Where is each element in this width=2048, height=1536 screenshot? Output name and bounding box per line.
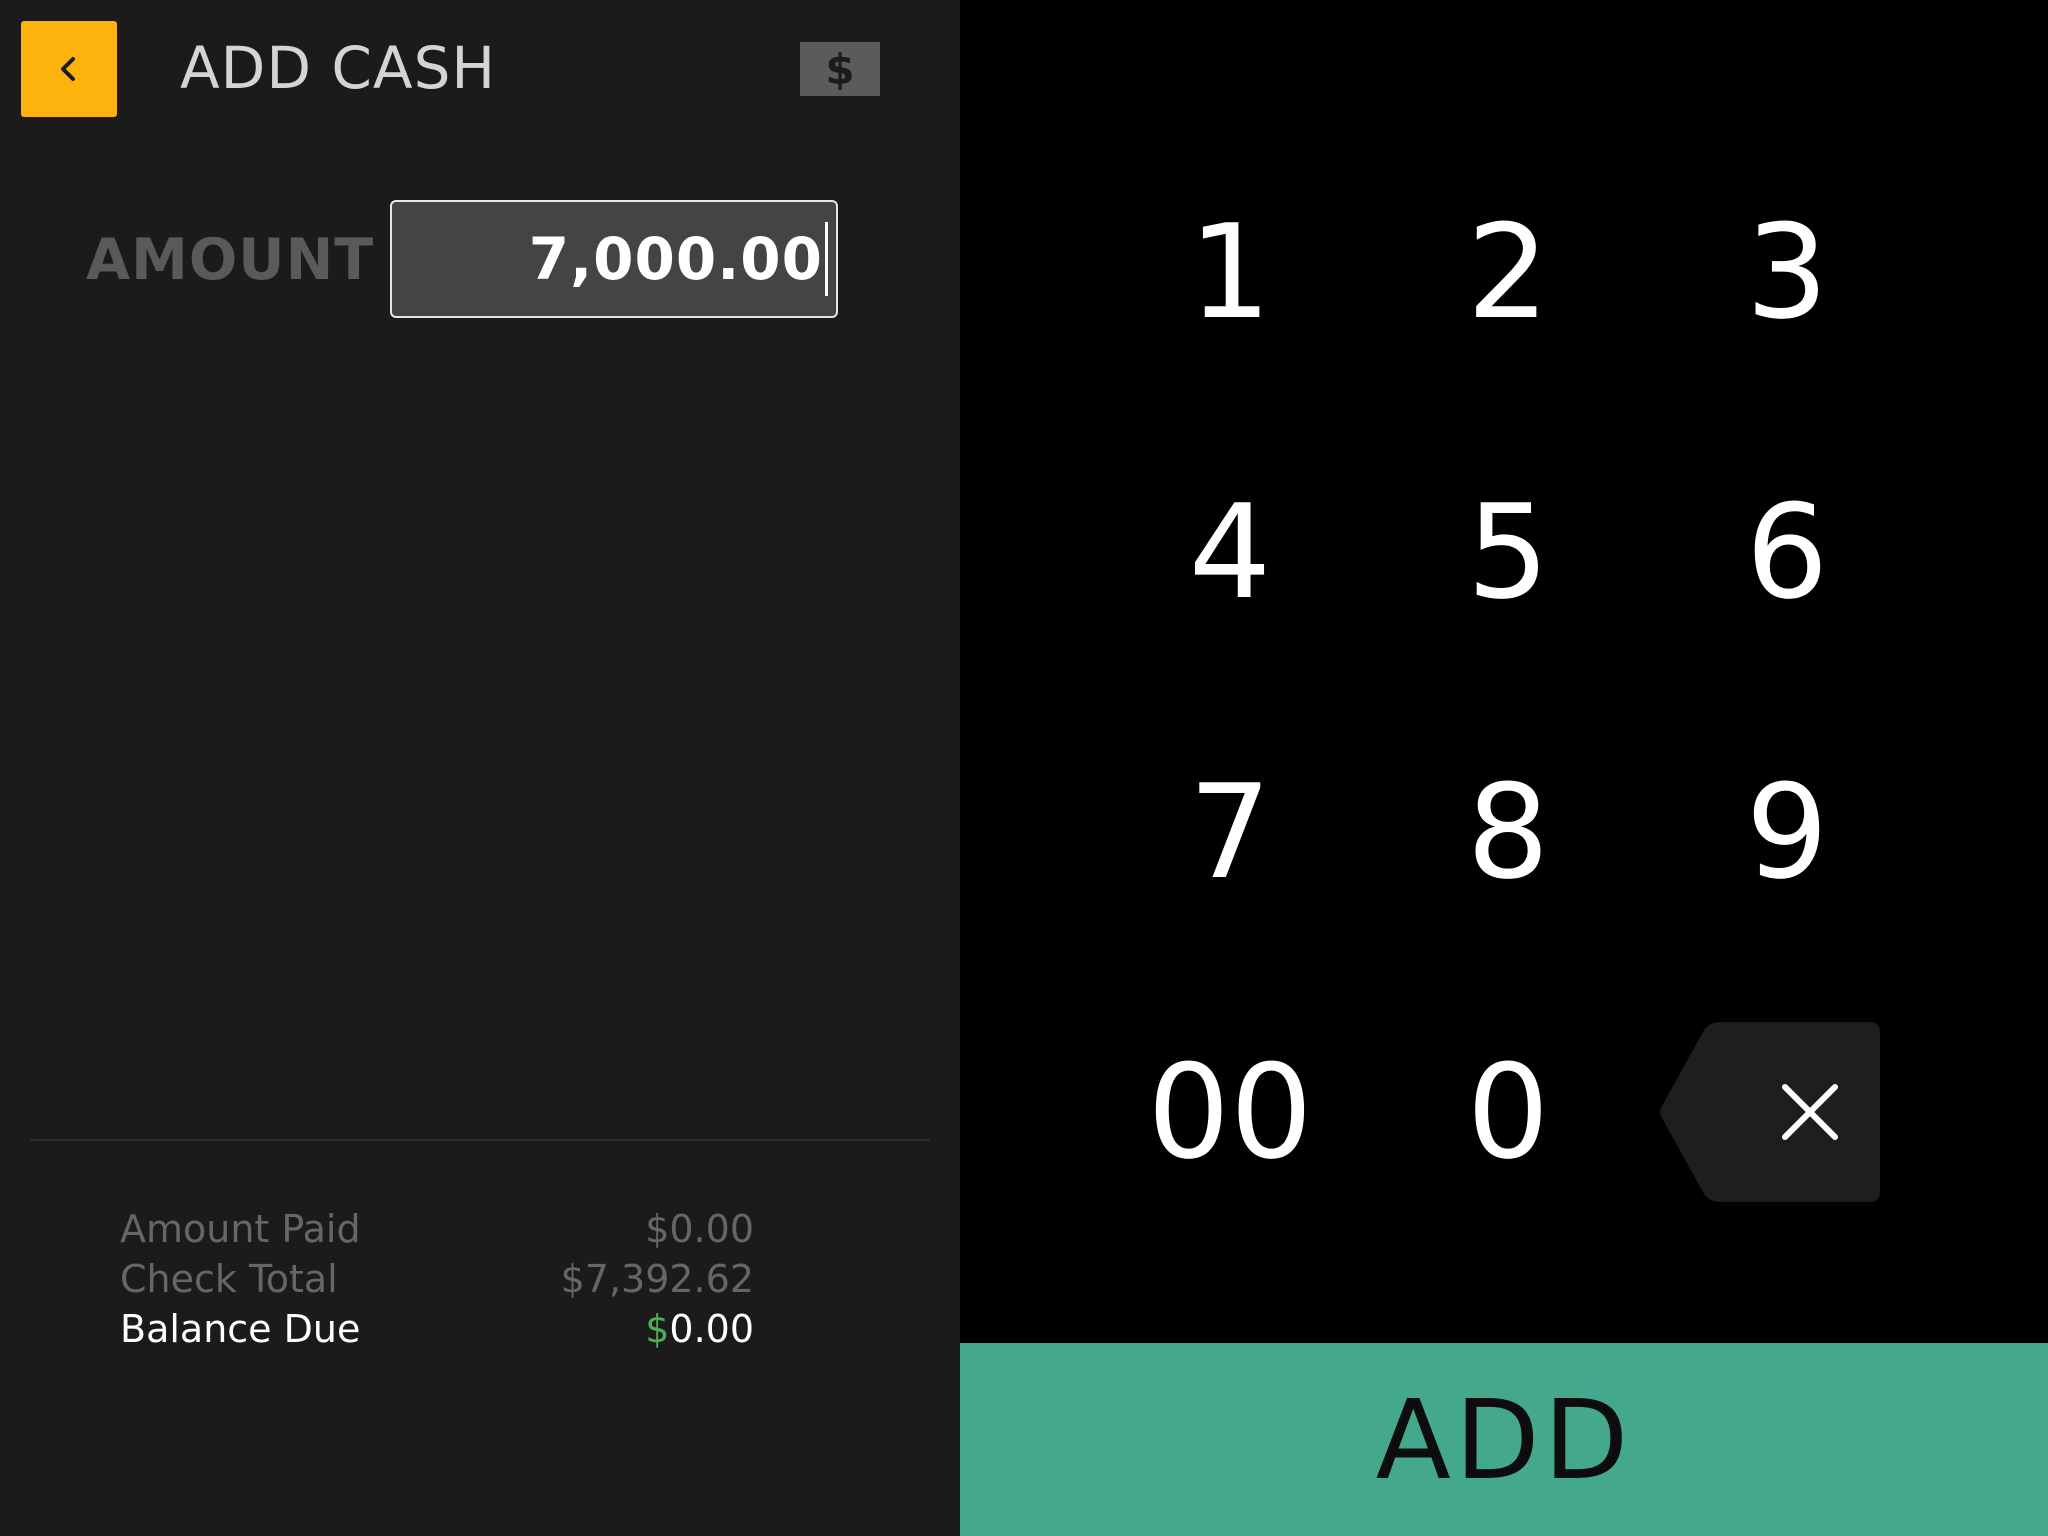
chevron-left-icon xyxy=(61,57,75,81)
page-title: ADD CASH xyxy=(180,34,497,102)
key-3[interactable]: 3 xyxy=(1687,182,1887,362)
amount-input[interactable]: 7,000.00 xyxy=(390,200,838,318)
key-8[interactable]: 8 xyxy=(1408,742,1608,922)
key-2[interactable]: 2 xyxy=(1408,182,1608,362)
balance-due-amount: $0.00 xyxy=(645,1304,754,1354)
keypad-panel: 1 2 3 4 5 6 7 8 9 00 0 ADD xyxy=(960,0,2048,1536)
key-4[interactable]: 4 xyxy=(1130,462,1330,642)
key-1[interactable]: 1 xyxy=(1130,182,1330,362)
amount-paid-value: $0.00 xyxy=(645,1207,754,1251)
add-button-label: ADD xyxy=(1375,1375,1633,1504)
check-total-value: $7,392.62 xyxy=(560,1257,754,1301)
add-button[interactable]: ADD xyxy=(960,1343,2048,1536)
key-0[interactable]: 0 xyxy=(1408,1022,1608,1202)
balance-due-currency: $ xyxy=(645,1307,670,1351)
check-total-row: Check Total $7,392.62 xyxy=(120,1254,754,1304)
key-5[interactable]: 5 xyxy=(1408,462,1608,642)
balance-due-row: Balance Due $0.00 xyxy=(120,1304,754,1354)
left-panel: ADD CASH $ AMOUNT 7,000.00 Amount Paid $… xyxy=(0,0,960,1536)
currency-button[interactable]: $ xyxy=(800,42,880,96)
amount-label: AMOUNT xyxy=(86,227,375,293)
payment-summary: Amount Paid $0.00 Check Total $7,392.62 … xyxy=(120,1204,754,1354)
add-cash-screen: ADD CASH $ AMOUNT 7,000.00 Amount Paid $… xyxy=(0,0,2048,1536)
balance-due-label: Balance Due xyxy=(120,1307,361,1351)
amount-paid-row: Amount Paid $0.00 xyxy=(120,1204,754,1254)
backspace-icon xyxy=(1660,1022,1880,1202)
key-00[interactable]: 00 xyxy=(1130,1022,1330,1202)
key-6[interactable]: 6 xyxy=(1687,462,1887,642)
backspace-button[interactable] xyxy=(1660,1022,1880,1202)
amount-paid-label: Amount Paid xyxy=(120,1207,361,1251)
key-9[interactable]: 9 xyxy=(1687,742,1887,922)
check-total-label: Check Total xyxy=(120,1257,338,1301)
text-caret xyxy=(825,222,828,296)
back-button[interactable] xyxy=(21,21,117,117)
key-7[interactable]: 7 xyxy=(1130,742,1330,922)
dollar-icon: $ xyxy=(825,44,855,94)
amount-value: 7,000.00 xyxy=(528,225,823,293)
balance-due-value: 0.00 xyxy=(669,1307,754,1351)
divider xyxy=(30,1139,930,1141)
